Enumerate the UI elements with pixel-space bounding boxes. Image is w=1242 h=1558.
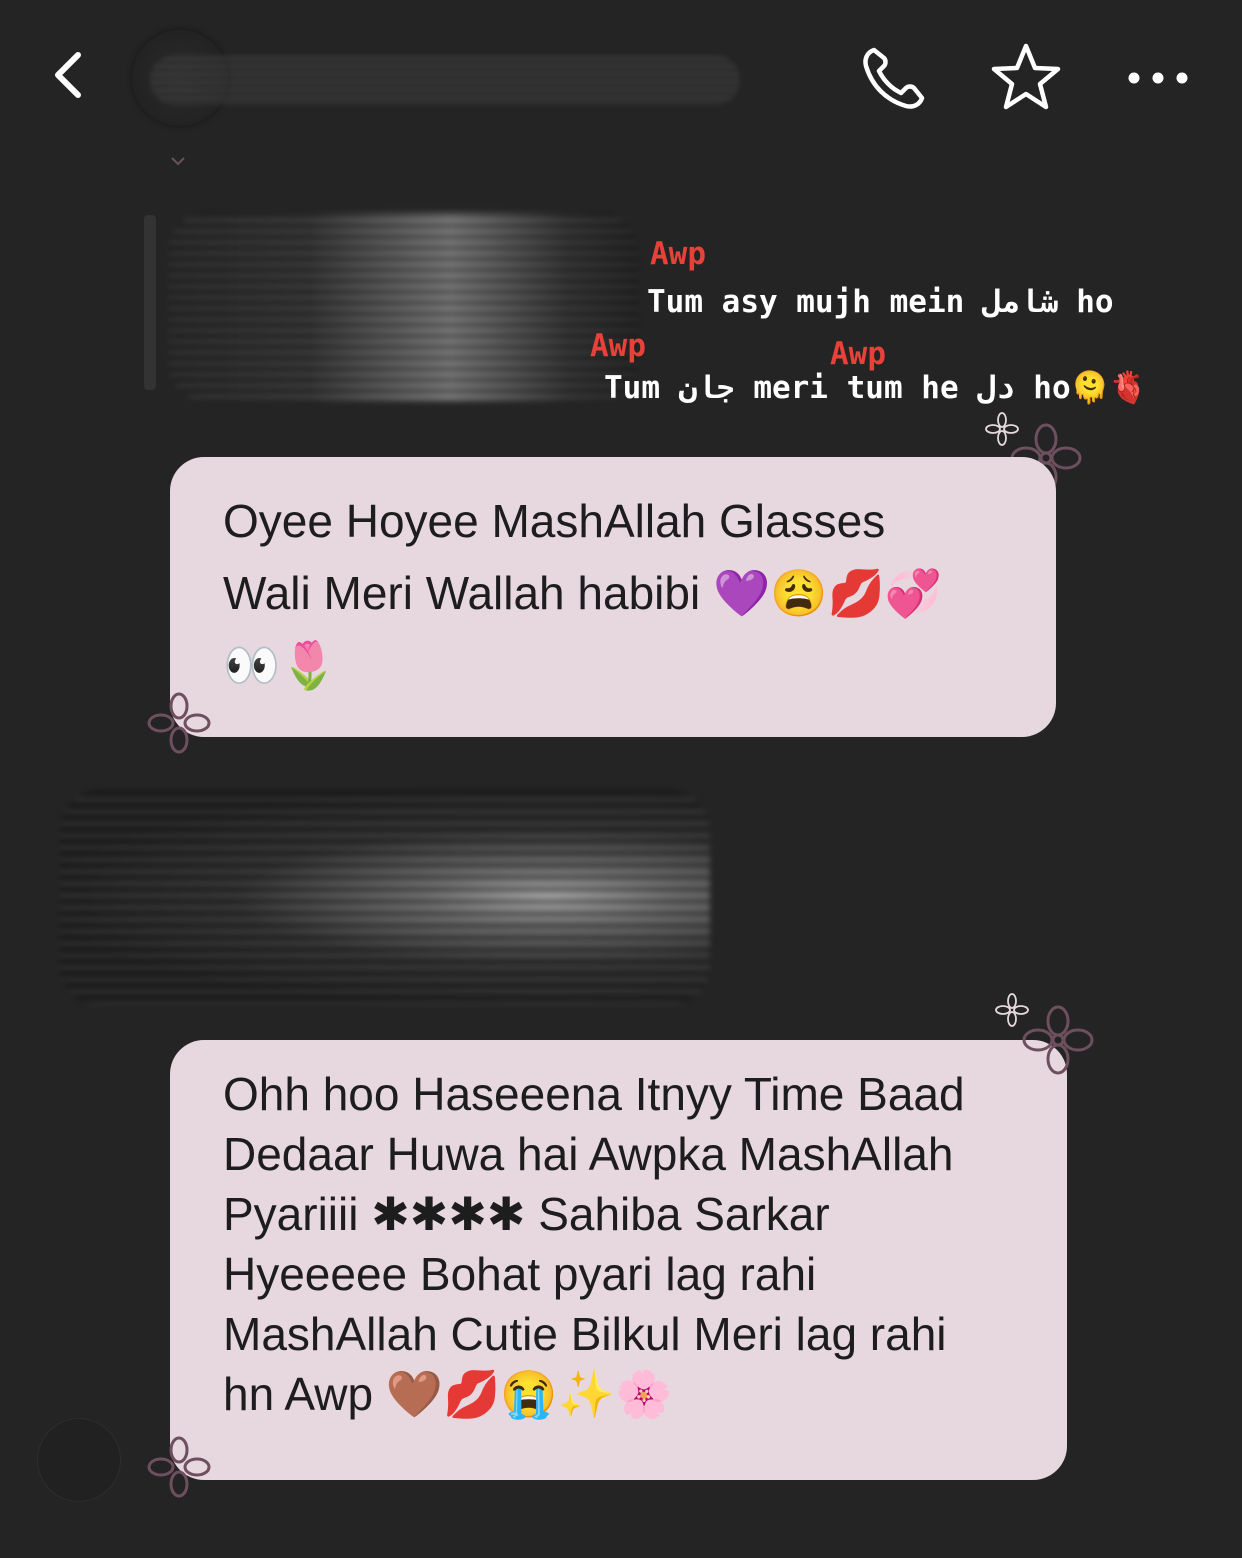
flower-doodle-icon [147, 1436, 211, 1498]
overlay-emoji: 🫠🫀 [1070, 370, 1148, 406]
overlay-tag: Awp [830, 336, 886, 372]
phone-icon[interactable] [856, 40, 932, 116]
message-bubble[interactable]: Ohh hoo Haseeena Itnyy Time Baad Dedaar … [170, 1040, 1067, 1480]
overlay-text: Tum جان meri tum he دل ho [604, 370, 1071, 406]
message-text: Ohh hoo Haseeena Itnyy Time Baad Dedaar … [223, 1068, 965, 1420]
contact-name-redacted[interactable] [150, 55, 740, 105]
chevron-left-icon[interactable] [40, 45, 100, 105]
redacted-message[interactable] [60, 790, 710, 1005]
overlay-text-line: Tum asy mujh mein شامل ho [647, 284, 1114, 320]
more-horizontal-icon[interactable] [1120, 40, 1196, 116]
overlay-tag: Awp [590, 328, 646, 364]
message-text: Oyee Hoyee MashAllah Glasses Wali Meri W… [223, 495, 943, 691]
chevron-down-icon [171, 157, 185, 166]
flower-doodle-icon [1022, 1005, 1094, 1075]
chat-header [0, 0, 1242, 150]
sender-avatar[interactable] [37, 1418, 121, 1502]
overlay-text-line: Tum جان meri tum he دل ho🫠🫀 [604, 369, 1148, 406]
redacted-message[interactable] [168, 212, 638, 402]
message-bubble[interactable]: Oyee Hoyee MashAllah Glasses Wali Meri W… [170, 457, 1056, 737]
star-icon[interactable] [988, 40, 1064, 116]
reply-indicator [144, 215, 156, 390]
flower-doodle-icon [147, 692, 211, 754]
overlay-tag: Awp [650, 236, 706, 272]
